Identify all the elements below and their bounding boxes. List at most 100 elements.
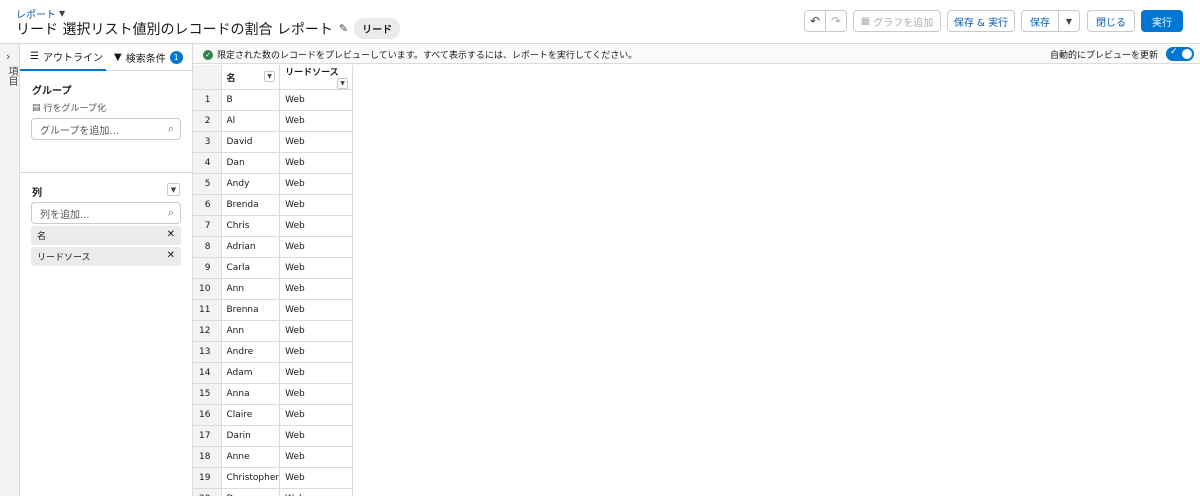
- undo-button[interactable]: ↶: [804, 10, 826, 32]
- column-header-name[interactable]: 名 ▼: [221, 65, 281, 90]
- preview-area: ✓ 限定された数のレコードをプレビューしています。すべて表示するには、レポートを…: [193, 44, 1200, 496]
- table-body: 1 B Web 2 Al Web 3 David Web 4 Dan Web 5 Andy Web 6 Bren…: [193, 89, 354, 496]
- checkmark-icon: ✓: [1170, 47, 1178, 57]
- tab-filters[interactable]: ▼ 検索条件 1: [114, 44, 189, 71]
- cell-name: Claire: [221, 404, 281, 426]
- redo-button[interactable]: ↷: [825, 10, 847, 32]
- columns-menu-chevron-icon[interactable]: ▼: [167, 183, 180, 196]
- table-row[interactable]: 12 Ann Web: [193, 320, 354, 342]
- cell-name: Al: [221, 110, 281, 132]
- cell-lead-source: Web: [279, 110, 354, 132]
- cell-lead-source: Web: [279, 299, 354, 321]
- fields-strip-label[interactable]: 項目: [4, 66, 19, 86]
- table-row[interactable]: 18 Anne Web: [193, 446, 354, 468]
- remove-icon[interactable]: ✕: [167, 250, 175, 261]
- table-row[interactable]: 6 Brenda Web: [193, 194, 354, 216]
- table-row[interactable]: 5 Andy Web: [193, 173, 354, 195]
- cell-lead-source: Web: [279, 425, 354, 447]
- cell-lead-source: Web: [279, 194, 354, 216]
- table-row[interactable]: 17 Darin Web: [193, 425, 354, 447]
- column-header-lead-source[interactable]: リードソース ▼: [279, 65, 354, 90]
- column-menu-chevron-icon[interactable]: ▼: [264, 70, 276, 82]
- fields-strip[interactable]: › 項目: [0, 44, 20, 496]
- row-number: 9: [193, 257, 222, 279]
- table-row[interactable]: 16 Claire Web: [193, 404, 354, 426]
- column-search-input[interactable]: 列を追加... ⌕: [31, 202, 181, 224]
- column-pill[interactable]: リードソース ✕: [31, 247, 181, 266]
- cell-name: Dan: [221, 152, 281, 174]
- column-pill[interactable]: 名 ✕: [31, 226, 181, 245]
- row-group-label-text: 行をグループ化: [43, 104, 106, 114]
- search-icon: ⌕: [167, 122, 174, 135]
- section-divider: [20, 172, 193, 173]
- search-icon: ⌕: [167, 206, 174, 219]
- save-button[interactable]: 保存: [1021, 10, 1059, 32]
- table-row[interactable]: 13 Andre Web: [193, 341, 354, 363]
- panel-tabs: ☰ アウトライン ▼ 検索条件 1: [20, 44, 193, 71]
- cell-name: Anna: [221, 383, 281, 405]
- close-button[interactable]: 閉じる: [1087, 10, 1135, 32]
- table-row[interactable]: 4 Dan Web: [193, 152, 354, 174]
- cell-name: Anne: [221, 446, 281, 468]
- success-check-icon: ✓: [203, 49, 213, 60]
- row-number: 4: [193, 152, 222, 174]
- cell-name: Carla: [221, 257, 281, 279]
- cell-lead-source: Web: [279, 383, 354, 405]
- cell-lead-source: Web: [279, 404, 354, 426]
- remove-icon[interactable]: ✕: [167, 229, 175, 240]
- add-chart-label: グラフを追加: [873, 17, 934, 29]
- cell-lead-source: Web: [279, 488, 354, 496]
- table-row[interactable]: 14 Adam Web: [193, 362, 354, 384]
- column-header-label: リードソース: [285, 68, 339, 78]
- tab-outline-label: アウトライン: [42, 53, 103, 64]
- cell-lead-source: Web: [279, 152, 354, 174]
- table-row[interactable]: 19 Christopher Web: [193, 467, 354, 489]
- row-number: 10: [193, 278, 222, 300]
- table-row[interactable]: 7 Chris Web: [193, 215, 354, 237]
- table-row[interactable]: 9 Carla Web: [193, 257, 354, 279]
- table-row[interactable]: 8 Adrian Web: [193, 236, 354, 258]
- table-row[interactable]: 15 Anna Web: [193, 383, 354, 405]
- chevron-right-icon[interactable]: ›: [6, 50, 10, 63]
- row-number: 15: [193, 383, 222, 405]
- cell-lead-source: Web: [279, 341, 354, 363]
- cell-name: Christopher: [221, 467, 281, 489]
- row-number: 20: [193, 488, 222, 496]
- row-number: 14: [193, 362, 222, 384]
- cell-lead-source: Web: [279, 320, 354, 342]
- rows-icon: ▤: [32, 102, 41, 113]
- tab-outline[interactable]: ☰ アウトライン: [20, 44, 106, 71]
- column-header-label: 名: [226, 73, 236, 84]
- add-chart-button[interactable]: ▦ グラフを追加: [853, 10, 941, 32]
- table-row[interactable]: 20DanWeb: [193, 488, 354, 496]
- cell-name: David: [221, 131, 281, 153]
- list-icon: ☰: [30, 51, 39, 62]
- row-number: 11: [193, 299, 222, 321]
- row-group-label: ▤ 行をグループ化: [32, 101, 106, 115]
- column-menu-chevron-icon[interactable]: ▼: [337, 78, 349, 89]
- save-options-chevron-icon[interactable]: ▼: [1058, 10, 1080, 32]
- table-row[interactable]: 3 David Web: [193, 131, 354, 153]
- cell-lead-source: Web: [279, 131, 354, 153]
- edit-pencil-icon[interactable]: ✎: [339, 22, 348, 35]
- outline-panel: ☰ アウトライン ▼ 検索条件 1 グループ ▤ 行をグループ化 グループを追加…: [20, 44, 193, 496]
- group-search-input[interactable]: グループを追加... ⌕: [31, 118, 181, 140]
- columns-section-title: 列: [32, 188, 42, 199]
- save-and-run-button[interactable]: 保存 & 実行: [947, 10, 1015, 32]
- auto-preview-toggle[interactable]: ✓: [1166, 47, 1194, 61]
- chevron-down-icon[interactable]: ▼: [59, 9, 65, 18]
- run-button[interactable]: 実行: [1141, 10, 1183, 32]
- filter-icon: ▼: [114, 52, 122, 63]
- column-search-placeholder: 列を追加...: [40, 209, 90, 221]
- table-row[interactable]: 11 Brenna Web: [193, 299, 354, 321]
- table-row[interactable]: 10 Ann Web: [193, 278, 354, 300]
- cell-name: Darin: [221, 425, 281, 447]
- cell-name: Adam: [221, 362, 281, 384]
- row-number: 6: [193, 194, 222, 216]
- report-header: レポート ▼ リード 選択リスト値別のレコードの割合 レポート ✎ リード ↶ …: [0, 0, 1200, 44]
- report-type-pill: リード: [354, 18, 401, 39]
- table-row[interactable]: 1 B Web: [193, 89, 354, 111]
- table-row[interactable]: 2 Al Web: [193, 110, 354, 132]
- cell-name: Ann: [221, 278, 281, 300]
- row-number: 16: [193, 404, 222, 426]
